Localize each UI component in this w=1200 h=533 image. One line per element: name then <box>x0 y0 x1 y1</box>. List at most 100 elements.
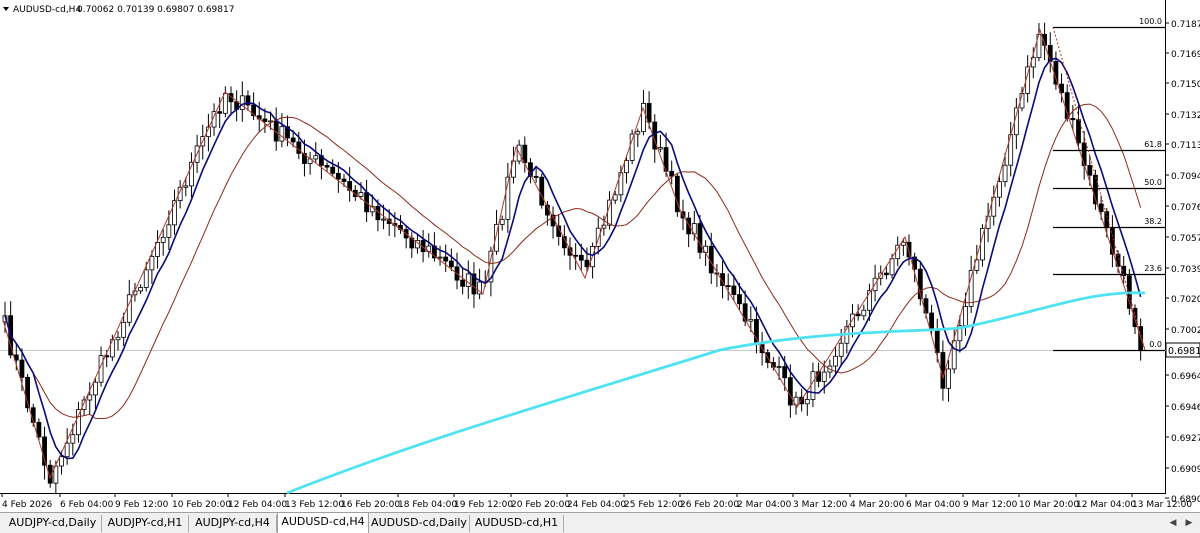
scroll-right-icon[interactable]: ▶ <box>1182 516 1196 531</box>
time-tick-label: 2 Mar 04:00 <box>737 500 792 510</box>
price-axis: 0.71875 0.71690 0.71505 0.71320 0.71130 0.709… <box>1165 20 1200 505</box>
tab-audjpy-h1[interactable]: AUDJPY-cd,H1 <box>102 515 189 532</box>
bull-candle <box>70 434 76 444</box>
bull-candle <box>465 273 471 287</box>
bull-candle <box>629 133 635 161</box>
bear-candle <box>573 254 579 257</box>
bear-candle <box>697 223 703 253</box>
bear-candle <box>539 176 545 206</box>
bull-candle <box>776 366 782 368</box>
bear-candle <box>940 352 946 389</box>
bear-candle <box>929 312 934 330</box>
bull-candle <box>951 340 957 370</box>
time-tick-label: 18 Feb 04:00 <box>398 500 457 510</box>
zigzag-line <box>2 28 1146 480</box>
bear-candle <box>533 176 539 178</box>
time-tick-label: 9 Mar 12:00 <box>963 500 1018 510</box>
bull-candle <box>222 93 228 114</box>
price-tick-label: 0.69275 <box>1171 434 1200 444</box>
bull-candle <box>121 321 127 338</box>
time-tick-label: 26 Feb 20:00 <box>680 500 739 510</box>
time-tick-label: 4 Mar 20:00 <box>850 500 905 510</box>
bull-candle <box>183 185 189 188</box>
bull-candle <box>889 258 895 276</box>
price-tick-label: 0.71690 <box>1171 50 1200 60</box>
time-tick-label: 10 Feb 20:00 <box>172 500 231 510</box>
bear-candle <box>296 141 302 154</box>
bull-candle <box>748 318 754 322</box>
bull-candle <box>658 147 663 150</box>
bear-candle <box>1064 92 1070 119</box>
bull-candle <box>833 355 838 367</box>
bull-candle <box>997 181 1002 198</box>
bear-candle <box>1076 119 1081 144</box>
bull-candle <box>946 368 951 389</box>
tab-audusd-h1[interactable]: AUDUSD-cd,H1 <box>470 515 564 532</box>
bear-candle <box>934 328 940 353</box>
price-tick-label: 0.71505 <box>1171 80 1200 90</box>
bull-candle <box>624 160 629 174</box>
time-tick-label: 13 Feb 12:00 <box>285 500 344 510</box>
bull-candle <box>635 131 641 135</box>
bear-candle <box>906 241 912 258</box>
bull-candle <box>804 399 810 405</box>
bull-candle <box>93 381 98 396</box>
bear-candle <box>1081 142 1087 166</box>
long-moving-average <box>286 291 1146 495</box>
bear-candle <box>737 294 742 305</box>
bull-candle <box>895 244 901 260</box>
bear-candle <box>290 137 296 143</box>
bull-candle <box>59 456 64 467</box>
price-tick-label: 0.71875 <box>1171 20 1200 30</box>
time-tick-label: 12 Mar 04:00 <box>1076 500 1136 510</box>
price-chart[interactable]: 100.061.850.038.223.60.0 0.718750.716900… <box>0 0 1200 512</box>
time-tick-label: 10 Mar 20:00 <box>1019 500 1079 510</box>
fib-level-label: 50.0 <box>1144 178 1162 187</box>
bull-candle <box>641 103 646 133</box>
time-tick-label: 13 Mar 12:00 <box>1132 500 1192 510</box>
bear-candle <box>330 166 336 174</box>
bear-candle <box>584 259 590 268</box>
moving-averages <box>4 57 1146 495</box>
tab-audusd-h4[interactable]: AUDUSD-cd,H4 <box>277 513 369 533</box>
bull-candle <box>358 192 364 197</box>
scroll-left-icon[interactable]: ◀ <box>1166 516 1180 531</box>
fib-level-label: 100.0 <box>1139 17 1162 26</box>
tab-audusd-daily[interactable]: AUDUSD-cd,Daily <box>369 515 470 532</box>
tab-audjpy-daily[interactable]: AUDJPY-cd,Daily <box>4 515 102 532</box>
time-tick-label: 16 Feb 20:00 <box>341 500 400 510</box>
price-tick-label: 0.69460 <box>1171 403 1200 413</box>
time-tick-label: 6 Mar 04:00 <box>906 500 961 510</box>
bear-candle <box>460 279 466 287</box>
bear-candle <box>262 118 268 122</box>
fib-level-label: 61.8 <box>1144 140 1162 149</box>
bear-candle <box>787 377 793 406</box>
chart-ohlc-values: 0.70062 0.70139 0.69807 0.69817 <box>77 5 234 15</box>
fib-level-label: 38.2 <box>1144 217 1162 226</box>
current-price-label: 0.69817 <box>1168 346 1200 357</box>
tab-audjpy-h4[interactable]: AUDJPY-cd,H4 <box>189 515 277 532</box>
bull-candle <box>109 339 115 358</box>
price-tick-label: 0.69090 <box>1171 465 1200 475</box>
bear-candle <box>731 285 737 295</box>
time-tick-label: 6 Feb 04:00 <box>60 500 114 510</box>
bear-candle <box>335 172 341 180</box>
bull-candle <box>143 269 149 288</box>
dropdown-triangle-icon[interactable] <box>3 7 9 11</box>
bull-candle <box>279 126 285 142</box>
bull-candle <box>963 306 968 327</box>
price-tick-label: 0.70020 <box>1171 326 1200 336</box>
price-tick-label: 0.71320 <box>1171 111 1200 121</box>
price-tick-label: 0.70760 <box>1171 203 1200 213</box>
price-tick-label: 0.70205 <box>1171 295 1200 305</box>
bull-candle <box>381 218 386 221</box>
price-tick-label: 0.69646 <box>1171 372 1200 382</box>
time-tick-label: 4 Feb 2026 <box>2 500 53 510</box>
bull-candle <box>612 194 618 201</box>
time-tick-label: 9 Feb 12:00 <box>115 500 169 510</box>
bear-candle <box>217 111 223 114</box>
bear-candle <box>742 303 748 322</box>
price-tick-label: 0.70390 <box>1171 265 1200 275</box>
chart-window[interactable]: 100.061.850.038.223.60.0 0.718750.716900… <box>0 0 1200 512</box>
time-tick-label: 20 Feb 20:00 <box>511 500 570 510</box>
